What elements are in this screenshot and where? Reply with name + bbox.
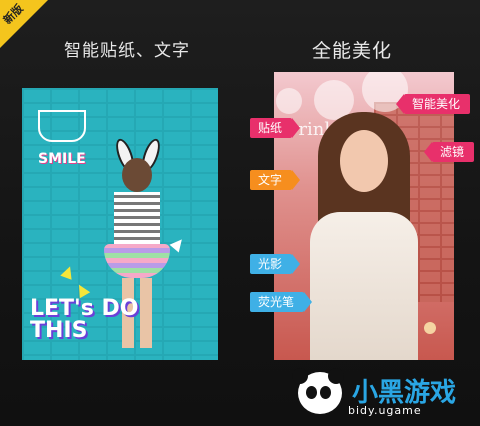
tag-smart-beautify: 智能美化 xyxy=(395,94,471,114)
subject-shirt xyxy=(114,192,160,244)
sparkle xyxy=(424,322,436,334)
lets-do-this-text-sticker: LET's DO THIS xyxy=(30,296,139,343)
tag-filter: 滤镜 xyxy=(423,142,475,162)
panda-logo-icon xyxy=(290,364,346,420)
coffee-cup-sticker xyxy=(38,110,86,142)
smile-sticker: SMILE xyxy=(38,151,86,167)
subject-skirt xyxy=(104,244,170,278)
left-caption: 智能贴纸、文字 xyxy=(64,41,190,61)
tag-smart-beautify-label: 智能美化 xyxy=(412,97,461,111)
tag-filter-label: 滤镜 xyxy=(440,145,465,159)
sticker-preview-card: SMILE LET's DO THIS xyxy=(22,88,218,360)
subject-face xyxy=(340,130,388,192)
watermark-url: bidy.ugame xyxy=(348,404,422,417)
tag-sticker: 贴纸 xyxy=(250,118,301,138)
right-caption: 全能美化 xyxy=(312,40,393,62)
tag-highlighter-label: 荧光笔 xyxy=(258,295,295,309)
tag-text: 文字 xyxy=(250,170,301,190)
tag-text-label: 文字 xyxy=(258,173,283,187)
subject-head xyxy=(122,158,152,192)
tag-highlighter: 荧光笔 xyxy=(250,292,313,312)
tag-sticker-label: 贴纸 xyxy=(258,121,283,135)
bokeh-light xyxy=(276,88,302,114)
tag-light-shadow-label: 光影 xyxy=(258,257,283,271)
beautify-preview-card: Drink xyxy=(274,72,454,360)
subject-dress xyxy=(310,212,418,360)
tag-light-shadow: 光影 xyxy=(250,254,301,274)
